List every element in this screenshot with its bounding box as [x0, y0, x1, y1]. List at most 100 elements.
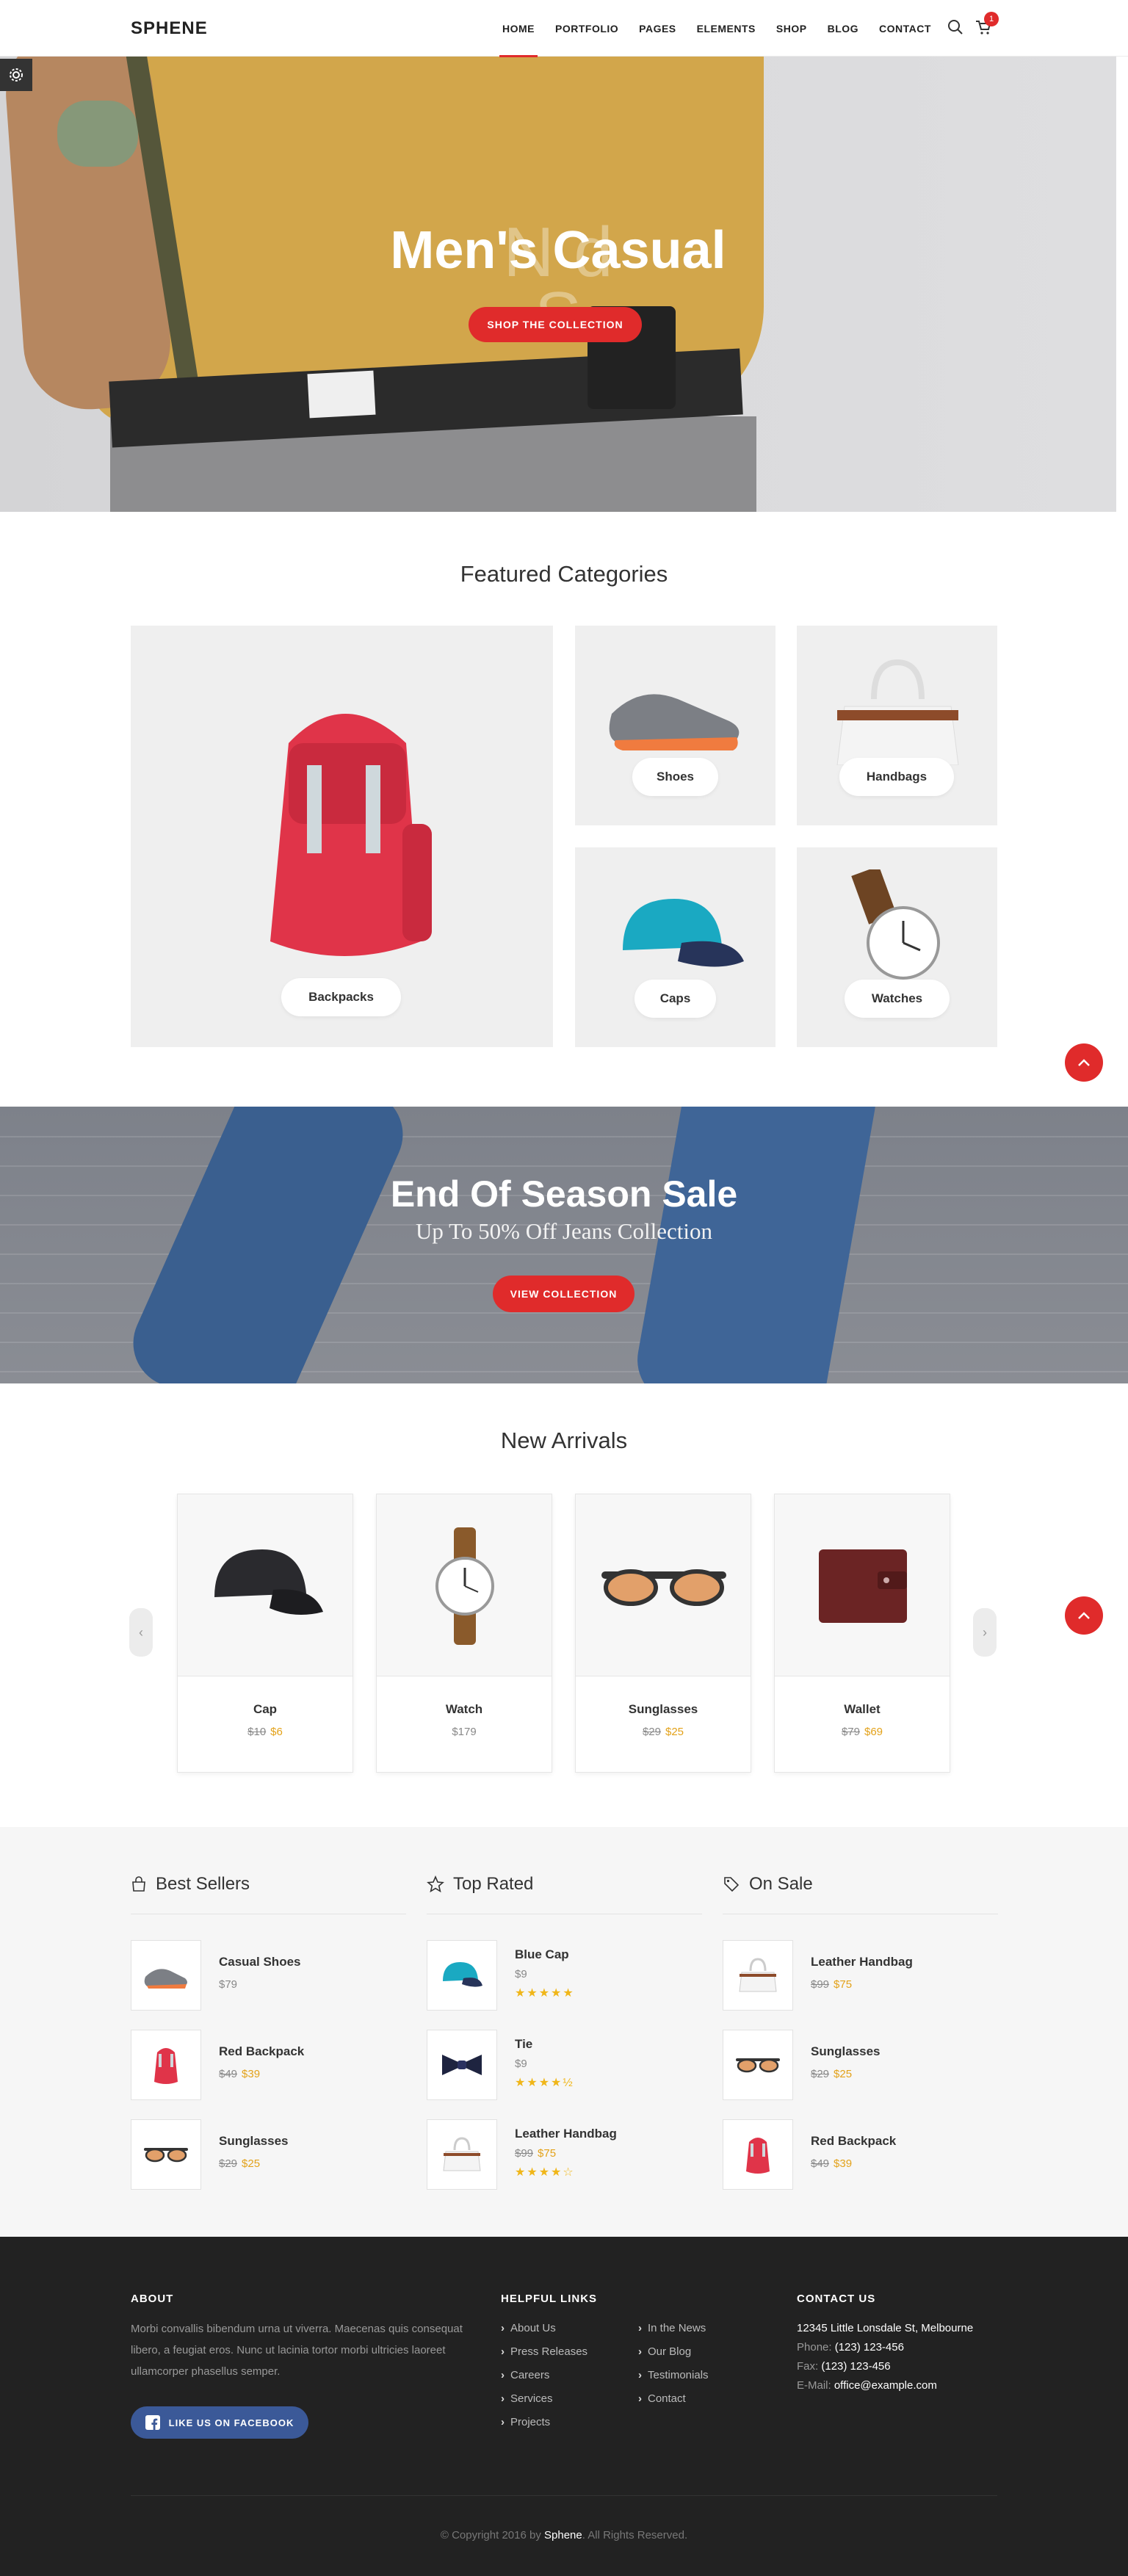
product-name[interactable]: Sunglasses: [576, 1702, 751, 1717]
nav-shop[interactable]: SHOP: [766, 0, 817, 57]
nav-contact[interactable]: CONTACT: [869, 0, 941, 57]
product-card-sunglasses[interactable]: Sunglasses $29 $25: [575, 1494, 751, 1773]
hero-photo-buckle: [307, 370, 376, 419]
about-text-line: Morbi convallis bibendum urna ut viverra…: [131, 2323, 463, 2335]
category-label: Handbags: [839, 758, 954, 796]
sale-price: $6: [270, 1726, 283, 1738]
product-name[interactable]: Leather Handbag: [811, 1955, 913, 1969]
product-thumbnail[interactable]: [427, 1940, 497, 2011]
product-name[interactable]: Red Backpack: [811, 2134, 896, 2149]
copyright-brand-link[interactable]: Sphene: [544, 2529, 582, 2541]
search-icon[interactable]: [947, 19, 964, 39]
footer-link-testimonials[interactable]: Testimonials: [638, 2369, 709, 2381]
nav-elements[interactable]: ELEMENTS: [687, 0, 766, 57]
phone-value[interactable]: (123) 123-456: [835, 2341, 904, 2354]
product-thumbnail[interactable]: [427, 2119, 497, 2190]
list-item[interactable]: Red Backpack $49 $39: [723, 2119, 998, 2190]
product-image[interactable]: [377, 1494, 552, 1676]
contact-fax: Fax: (123) 123-456: [797, 2360, 891, 2373]
list-item[interactable]: Leather Handbag $99 $75: [723, 1940, 998, 2011]
featured-title: Featured Categories: [460, 561, 668, 587]
product-name[interactable]: Blue Cap: [515, 1947, 569, 1962]
category-watches-tile[interactable]: Watches: [797, 847, 997, 1047]
footer-link-about-us[interactable]: About Us: [501, 2322, 556, 2334]
product-image[interactable]: [576, 1494, 751, 1676]
contact-address: 12345 Little Lonsdale St, Melbourne: [797, 2322, 974, 2334]
product-name[interactable]: Sunglasses: [219, 2134, 289, 2149]
footer-link-contact[interactable]: Contact: [638, 2392, 686, 2405]
email-link[interactable]: office@example.com: [834, 2379, 937, 2392]
product-name[interactable]: Sunglasses: [811, 2044, 881, 2059]
footer-link-our-blog[interactable]: Our Blog: [638, 2345, 691, 2358]
scroll-to-top-button[interactable]: [1065, 1043, 1103, 1082]
product-name[interactable]: Watch: [377, 1702, 552, 1717]
product-price: $9: [515, 2058, 527, 2070]
category-shoes-tile[interactable]: Shoes: [575, 626, 776, 825]
wallet-icon: [819, 1549, 907, 1623]
product-card-watch[interactable]: Watch $179: [376, 1494, 552, 1773]
product-thumbnail[interactable]: [131, 1940, 201, 2011]
nav-pages[interactable]: PAGES: [629, 0, 686, 57]
old-price: $99: [515, 2147, 534, 2160]
footer-link-services[interactable]: Services: [501, 2392, 553, 2405]
nav-blog[interactable]: BLOG: [817, 0, 869, 57]
sale-price: $25: [834, 2068, 853, 2080]
product-name[interactable]: Casual Shoes: [219, 1955, 301, 1969]
gear-icon[interactable]: [0, 59, 32, 91]
arrivals-title: New Arrivals: [500, 1428, 628, 1453]
top-rated-list: Top Rated: [427, 1871, 702, 1914]
scroll-to-top-button[interactable]: [1065, 1596, 1103, 1635]
product-thumbnail[interactable]: [427, 2030, 497, 2100]
product-thumbnail[interactable]: [723, 2030, 793, 2100]
product-card-cap[interactable]: Cap $10 $6: [177, 1494, 353, 1773]
list-item[interactable]: Sunglasses $29 $25: [131, 2119, 406, 2190]
list-item[interactable]: Blue Cap $9 ★★★★★: [427, 1940, 702, 2011]
product-thumbnail[interactable]: [723, 1940, 793, 2011]
list-item[interactable]: Casual Shoes $79: [131, 1940, 406, 2011]
product-image[interactable]: [775, 1494, 950, 1676]
carousel-next-button[interactable]: ›: [973, 1608, 997, 1657]
watch-icon: [851, 869, 940, 980]
hero-title: Men's Casual: [390, 221, 726, 280]
site-logo[interactable]: SPHENE: [131, 18, 208, 39]
list-item[interactable]: Red Backpack $49 $39: [131, 2030, 406, 2100]
product-thumbnail[interactable]: [131, 2030, 201, 2100]
list-item[interactable]: Tie $9 ★★★★½: [427, 2030, 702, 2100]
shop-collection-button[interactable]: SHOP THE COLLECTION: [469, 307, 642, 342]
footer-link-projects[interactable]: Projects: [501, 2416, 550, 2428]
view-collection-button[interactable]: VIEW COLLECTION: [493, 1276, 634, 1312]
nav-home[interactable]: HOME: [492, 0, 545, 57]
product-price: $9: [515, 1968, 527, 1980]
category-caps-tile[interactable]: Caps: [575, 847, 776, 1047]
product-name[interactable]: Tie: [515, 2037, 532, 2052]
list-item[interactable]: Sunglasses $29 $25: [723, 2030, 998, 2100]
handbag-icon: [836, 659, 959, 765]
product-thumbnail[interactable]: [131, 2119, 201, 2190]
nav-portfolio[interactable]: PORTFOLIO: [545, 0, 629, 57]
sale-price: $25: [242, 2157, 261, 2170]
facebook-like-button[interactable]: LIKE US ON FACEBOOK: [131, 2406, 308, 2439]
product-thumbnail[interactable]: [723, 2119, 793, 2190]
rating-stars: ★★★★★: [515, 1987, 575, 2000]
product-name[interactable]: Wallet: [775, 1702, 950, 1717]
product-image[interactable]: [178, 1494, 352, 1676]
backpack-icon: [154, 2048, 178, 2084]
category-label: Backpacks: [281, 978, 401, 1016]
list-item[interactable]: Leather Handbag $99 $75 ★★★★☆: [427, 2119, 702, 2190]
facebook-button-label: LIKE US ON FACEBOOK: [168, 2417, 294, 2428]
price: $79: [219, 1978, 238, 1991]
product-name[interactable]: Red Backpack: [219, 2044, 304, 2059]
price: $9: [515, 2058, 527, 2070]
footer-link-careers[interactable]: Careers: [501, 2369, 549, 2381]
category-handbags-tile[interactable]: Handbags: [797, 626, 997, 825]
product-card-wallet[interactable]: Wallet $79 $69: [774, 1494, 950, 1773]
category-backpacks-tile[interactable]: Backpacks: [131, 626, 553, 1047]
old-price: $29: [811, 2068, 830, 2080]
carousel-prev-button[interactable]: ‹: [129, 1608, 153, 1657]
list-heading: Top Rated: [427, 1871, 702, 1897]
product-name[interactable]: Cap: [178, 1702, 352, 1717]
backpack-icon: [746, 2138, 770, 2174]
product-name[interactable]: Leather Handbag: [515, 2127, 617, 2141]
footer-link-in-the-news[interactable]: In the News: [638, 2322, 706, 2334]
footer-link-press-releases[interactable]: Press Releases: [501, 2345, 588, 2358]
